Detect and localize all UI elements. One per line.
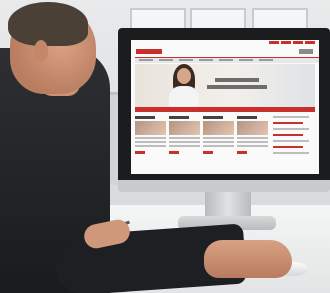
website-content-card [135, 116, 166, 168]
hero-headline-line [215, 78, 259, 82]
website-sidebar-links [273, 116, 315, 168]
photo-scene [0, 0, 330, 293]
website-content-card [169, 116, 200, 168]
website-utility-links [131, 40, 319, 47]
hero-portrait-icon [177, 68, 191, 84]
website-hero-banner [135, 64, 315, 112]
website-content-card [237, 116, 268, 168]
website-logo [136, 49, 162, 54]
monitor-screen [131, 40, 319, 174]
website-content-card [203, 116, 234, 168]
man-right-hand [204, 240, 292, 278]
monitor-chin [118, 180, 330, 192]
hero-headline-line [207, 85, 267, 89]
man-ear [34, 40, 48, 62]
man-hair [8, 2, 88, 46]
hero-accent-bar [135, 107, 315, 112]
website-secondary-logo [299, 49, 313, 54]
website-nav-bar [135, 57, 319, 63]
